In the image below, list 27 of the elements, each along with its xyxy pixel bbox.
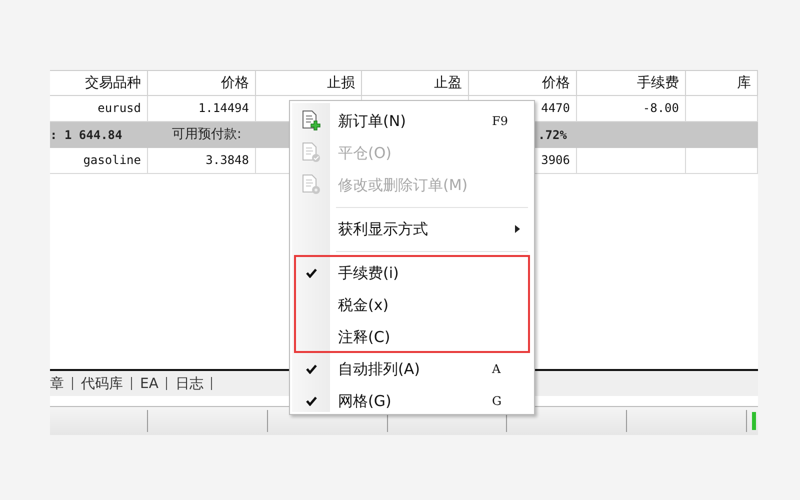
menu-item[interactable]: 税金(x) (292, 289, 532, 321)
margin-level-text: .72% (538, 127, 567, 144)
column-header[interactable]: 手续费 (577, 70, 686, 96)
tab[interactable]: 代码库 (73, 374, 131, 392)
column-header[interactable]: 交易品种 (50, 70, 148, 96)
tab[interactable]: 日志 (167, 374, 212, 392)
menu-item[interactable]: 获利显示方式 (292, 213, 532, 245)
table-cell: gasoline (50, 148, 148, 174)
document-plus-icon (301, 110, 321, 132)
menu-item[interactable]: 自动排列(A) A (292, 353, 532, 385)
menu-item[interactable]: 注释(C) (292, 321, 532, 353)
tab[interactable]: EA (132, 376, 166, 392)
menu-item[interactable]: 网格(G) G (292, 385, 532, 417)
balance-text: : 1 644.84 (50, 127, 122, 144)
free-margin-label: 可用预付款: (172, 126, 242, 144)
column-header[interactable]: 价格 (148, 70, 256, 96)
column-header[interactable]: 库 (686, 70, 758, 96)
menu-item[interactable]: 手续费(i) (292, 257, 532, 289)
table-cell (686, 148, 758, 174)
document-gear-icon (301, 174, 321, 196)
document-check-icon (301, 142, 321, 164)
tab[interactable]: 章 (50, 374, 72, 392)
column-header[interactable]: 止盈 (362, 70, 469, 96)
table-cell: 3.3848 (148, 148, 256, 174)
column-header[interactable]: 价格 (469, 70, 577, 96)
column-header[interactable]: 止损 (256, 70, 362, 96)
connection-icon (752, 412, 756, 430)
